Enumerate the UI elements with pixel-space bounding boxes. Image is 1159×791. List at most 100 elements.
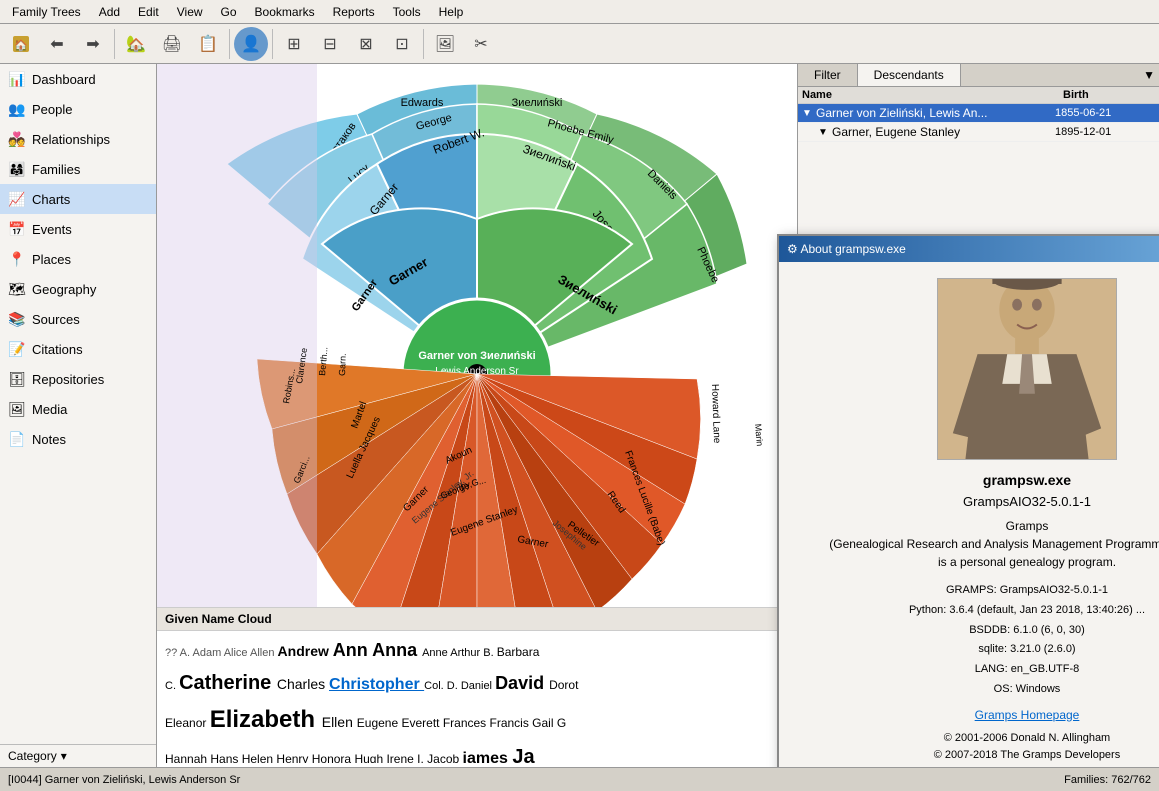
toolbar-image-btn[interactable]: 🖼: [428, 27, 462, 61]
sidebar-item-media[interactable]: 🖼 Media: [0, 394, 156, 424]
statusbar: [I0044] Garner von Zieliński, Lewis Ande…: [0, 767, 1159, 791]
toolbar-grid2-btn[interactable]: ⊟: [313, 27, 347, 61]
about-description: Gramps (Genealogical Research and Analys…: [829, 517, 1159, 571]
sidebar-item-repositories[interactable]: 🗄 Repositories: [0, 364, 156, 394]
toolbar-home2-btn[interactable]: 🏡: [119, 27, 153, 61]
toolbar: 🏠 ⬅ ➡ 🏡 🖨 📋 👤 ⊞ ⊟ ⊠ ⊡ 🖼 ✂: [0, 24, 1159, 64]
about-photo: [937, 278, 1117, 460]
right-panel-tabs: Filter Descendants ▼: [798, 64, 1159, 87]
repositories-icon: 🗄: [8, 370, 26, 388]
sidebar-label-places: Places: [32, 252, 71, 267]
menu-tools[interactable]: Tools: [385, 3, 429, 21]
menu-go[interactable]: Go: [213, 3, 245, 21]
menu-help[interactable]: Help: [431, 3, 472, 21]
main-layout: 📊 Dashboard 👥 People 💑 Relationships 👨‍👩…: [0, 64, 1159, 767]
menu-reports[interactable]: Reports: [325, 3, 383, 21]
citations-icon: 📝: [8, 340, 26, 358]
sidebar-item-families[interactable]: 👨‍👩‍👧 Families: [0, 154, 156, 184]
relationships-icon: 💑: [8, 130, 26, 148]
toolbar-cut-btn[interactable]: ✂: [464, 27, 498, 61]
sidebar-item-relationships[interactable]: 💑 Relationships: [0, 124, 156, 154]
person-birth: 1895-12-01: [1055, 126, 1155, 138]
about-dialog: ⚙ About grampsw.exe ✕: [777, 234, 1159, 767]
svg-text:Garner von Зиелиński: Garner von Зиелиński: [418, 350, 535, 362]
sidebar-item-events[interactable]: 📅 Events: [0, 214, 156, 244]
photo-svg: [938, 278, 1116, 460]
expand-icon[interactable]: ▼: [818, 127, 832, 138]
dialog-titlebar: ⚙ About grampsw.exe ✕: [779, 236, 1159, 262]
dashboard-icon: 📊: [8, 70, 26, 88]
sidebar-item-charts[interactable]: 📈 Charts: [0, 184, 156, 214]
expand-icon[interactable]: ▼: [802, 108, 816, 119]
panel-column-headers: Name Birth: [798, 87, 1159, 104]
gramps-homepage-link[interactable]: Gramps Homepage: [975, 708, 1080, 722]
sidebar-label-media: Media: [32, 402, 67, 417]
os: OS: Windows: [909, 680, 1145, 700]
toolbar-grid3-btn[interactable]: ⊠: [349, 27, 383, 61]
toolbar-home-btn[interactable]: 🏠: [4, 27, 38, 61]
sidebar-item-dashboard[interactable]: 📊 Dashboard: [0, 64, 156, 94]
dialog-title-icon: ⚙: [787, 242, 798, 256]
about-exe-name: grampsw.exe: [983, 472, 1071, 488]
sidebar-label-dashboard: Dashboard: [32, 72, 96, 87]
col-birth: Birth: [1059, 87, 1159, 103]
toolbar-print-btn[interactable]: 🖨: [155, 27, 189, 61]
menu-bookmarks[interactable]: Bookmarks: [247, 3, 323, 21]
families-icon: 👨‍👩‍👧: [8, 160, 26, 178]
sidebar-item-notes[interactable]: 📄 Notes: [0, 424, 156, 454]
geography-icon: 🗺: [8, 280, 26, 298]
copyright2: © 2007-2018 The Gramps Developers: [934, 747, 1120, 765]
notes-icon: 📄: [8, 430, 26, 448]
person-name: Garner von Zieliński, Lewis An...: [816, 106, 1055, 120]
media-icon: 🖼: [8, 400, 26, 418]
sidebar-label-charts: Charts: [32, 192, 70, 207]
charts-icon: 📈: [8, 190, 26, 208]
svg-text:Зиелиński: Зиелиński: [512, 97, 563, 109]
toolbar-forward-btn[interactable]: ➡: [76, 27, 110, 61]
tab-descendants[interactable]: Descendants: [858, 64, 961, 86]
name-cloud-content[interactable]: ?? A. Adam Alice Allen Andrew Ann Anna A…: [157, 631, 797, 763]
tab-filter[interactable]: Filter: [798, 64, 858, 86]
toolbar-grid1-btn[interactable]: ⊞: [277, 27, 311, 61]
toolbar-sep2: [229, 29, 230, 59]
menu-edit[interactable]: Edit: [130, 3, 167, 21]
toolbar-person-btn[interactable]: 👤: [234, 27, 268, 61]
person-birth: 1855-06-21: [1055, 107, 1155, 119]
svg-text:🏠: 🏠: [14, 39, 28, 52]
panel-collapse-btn[interactable]: ▼: [1143, 68, 1155, 82]
about-info: GRAMPS: GrampsAIO32-5.0.1-1 Python: 3.6.…: [909, 581, 1145, 700]
table-row[interactable]: ▼ Garner von Zieliński, Lewis An... 1855…: [798, 104, 1159, 123]
toolbar-sep1: [114, 29, 115, 59]
menu-family-trees[interactable]: Family Trees: [4, 3, 89, 21]
sources-icon: 📚: [8, 310, 26, 328]
toolbar-grid4-btn[interactable]: ⊡: [385, 27, 419, 61]
sidebar-item-sources[interactable]: 📚 Sources: [0, 304, 156, 334]
about-version: GrampsAIO32-5.0.1-1: [963, 494, 1091, 509]
dialog-title-text: About grampsw.exe: [800, 242, 905, 256]
menubar: Family Trees Add Edit View Go Bookmarks …: [0, 0, 1159, 24]
menu-add[interactable]: Add: [91, 3, 128, 21]
bsddb-version: BSDDB: 6.1.0 (6, 0, 30): [909, 621, 1145, 641]
statusbar-right: Families: 762/762: [1064, 774, 1151, 786]
menu-view[interactable]: View: [169, 3, 211, 21]
sidebar-item-geography[interactable]: 🗺 Geography: [0, 274, 156, 304]
sidebar-item-citations[interactable]: 📝 Citations: [0, 334, 156, 364]
sidebar: 📊 Dashboard 👥 People 💑 Relationships 👨‍👩…: [0, 64, 157, 767]
places-icon: 📍: [8, 250, 26, 268]
table-row[interactable]: ▼ Garner, Eugene Stanley 1895-12-01: [798, 123, 1159, 142]
events-icon: 📅: [8, 220, 26, 238]
svg-text:Howard Lane: Howard Lane: [709, 384, 722, 444]
sidebar-item-places[interactable]: 📍 Places: [0, 244, 156, 274]
sqlite-version: sqlite: 3.21.0 (2.6.0): [909, 640, 1145, 660]
sidebar-label-people: People: [32, 102, 72, 117]
name-cloud-header: Given Name Cloud: [157, 608, 797, 631]
category-arrow-icon: ▾: [61, 749, 67, 763]
svg-text:Marin: Marin: [753, 423, 765, 446]
python-version: Python: 3.6.4 (default, Jan 23 2018, 13:…: [909, 601, 1145, 621]
toolbar-clipboard-btn[interactable]: 📋: [191, 27, 225, 61]
sidebar-item-people[interactable]: 👥 People: [0, 94, 156, 124]
chart-container[interactable]: Шестаков Edwards Зиелиński Lucy George P…: [157, 64, 797, 694]
category-bar[interactable]: Category ▾: [0, 744, 156, 767]
toolbar-back-btn[interactable]: ⬅: [40, 27, 74, 61]
about-copyright: © 2001-2006 Donald N. Allingham © 2007-2…: [934, 730, 1120, 765]
